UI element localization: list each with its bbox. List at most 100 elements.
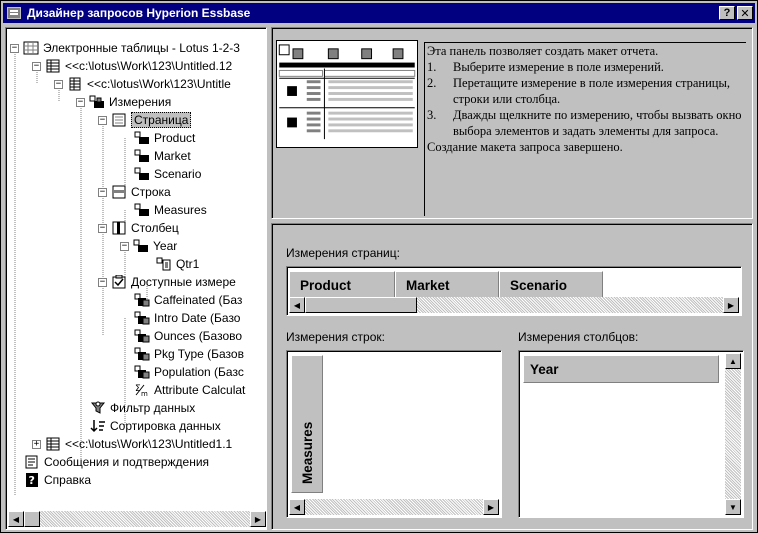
row-dimensions-box[interactable]: Measures ◀ ▶ — [286, 350, 502, 518]
dimension-icon — [134, 167, 150, 181]
tree-node-dimensions[interactable]: − Измерения — [76, 93, 171, 111]
tree-node-label: Доступные измере — [131, 275, 236, 289]
collapse-icon[interactable]: − — [98, 223, 107, 233]
tree-node-measures[interactable]: Measures — [134, 201, 207, 219]
tree-node-label: Измерения — [109, 95, 172, 109]
row-horizontal-scrollbar[interactable]: ◀ ▶ — [289, 499, 499, 515]
tree-node-label: Электронные таблицы - Lotus 1-2-3 — [43, 41, 240, 55]
page-dimensions-label: Измерения страниц: — [286, 246, 400, 260]
dimensions-icon — [89, 95, 105, 109]
collapse-icon[interactable]: − — [32, 61, 41, 71]
scroll-down-icon[interactable]: ▼ — [725, 499, 741, 515]
column-vertical-scrollbar[interactable]: ▲ ▼ — [725, 353, 741, 515]
scroll-left-icon[interactable]: ◀ — [289, 499, 305, 515]
tree-node-attribute-calculations[interactable]: Σm Attribute Calculat — [134, 381, 245, 399]
tree-node-scenario[interactable]: Scenario — [134, 165, 201, 183]
tree-node-data-sort[interactable]: Сортировка данных — [90, 417, 221, 435]
tree-node-label: Столбец — [131, 221, 179, 235]
tree-node-population[interactable]: Population (Базс — [134, 363, 244, 381]
tree-node-label: Population (Базс — [154, 365, 244, 379]
tree-node-label: Attribute Calculat — [154, 383, 246, 397]
tree-node-label: Caffeinated (Баз — [154, 293, 243, 307]
tree-node-spreadsheets[interactable]: − Электронные таблицы - Lotus 1-2-3 — [10, 39, 240, 57]
tree-node-workbook[interactable]: − <<c:\lotus\Work\123\Untitled.12 — [32, 57, 232, 75]
tree-node-caffeinated[interactable]: Caffeinated (Баз — [134, 291, 242, 309]
tree-node-ounces[interactable]: Ounces (Базово — [134, 327, 242, 345]
tree-node-row[interactable]: − Строка — [98, 183, 171, 201]
attribute-dimension-icon — [134, 347, 150, 361]
column-dimension-year[interactable]: Year — [523, 355, 719, 383]
column-dimensions-box[interactable]: Year ▲ ▼ — [518, 350, 744, 518]
step-text: Дважды щелкните по измерению, чтобы вызв… — [453, 108, 742, 138]
window-title: Дизайнер запросов Hyperion Essbase — [27, 6, 251, 20]
row-dimension-measures[interactable]: Measures — [291, 355, 323, 493]
attribute-dimension-icon — [134, 293, 150, 307]
tree-node-label: Measures — [154, 203, 207, 217]
tree-node-help[interactable]: ? Справка — [24, 471, 91, 489]
title-bar[interactable]: Дизайнер запросов Hyperion Essbase ? ✕ — [3, 3, 755, 23]
scroll-right-icon[interactable]: ▶ — [250, 511, 266, 527]
tree-node-market[interactable]: Market — [134, 147, 191, 165]
help-step: 3. Дважды щелкните по измерению, чтобы в… — [427, 107, 746, 139]
page-dimension-market[interactable]: Market — [395, 271, 499, 299]
tree-node-label: <<c:\lotus\Work\123\Untitled.12 — [65, 59, 233, 73]
scroll-up-icon[interactable]: ▲ — [725, 353, 741, 369]
tree-node-label: Страница — [131, 112, 192, 128]
scroll-left-icon[interactable]: ◀ — [289, 297, 305, 313]
help-panel: Эта панель позволяет создать макет отчет… — [271, 27, 753, 219]
dimension-icon — [134, 149, 150, 163]
scroll-track[interactable] — [725, 369, 741, 499]
tree-node-sheet[interactable]: − <<c:\lotus\Work\123\Untitle — [54, 75, 231, 93]
step-number: 3. — [427, 108, 437, 122]
page-dimensions-box[interactable]: Product Market Scenario ◀ ▶ — [286, 266, 742, 316]
row-icon — [111, 185, 127, 199]
dimension-icon — [134, 131, 150, 145]
close-button[interactable]: ✕ — [737, 6, 753, 20]
tree-node-available-dimensions[interactable]: − Доступные измере — [98, 273, 236, 291]
column-icon — [111, 221, 127, 235]
tree-node-label: Product — [154, 131, 196, 145]
query-designer-window: Дизайнер запросов Hyperion Essbase ? ✕ −… — [0, 0, 758, 533]
tree-node-data-filter[interactable]: Фильтр данных — [90, 399, 195, 417]
scroll-right-icon[interactable]: ▶ — [723, 297, 739, 313]
collapse-icon[interactable]: − — [54, 79, 63, 89]
tree-node-messages[interactable]: Сообщения и подтверждения — [24, 453, 209, 471]
scroll-left-icon[interactable]: ◀ — [8, 511, 24, 527]
tree-node-page[interactable]: − Страница — [98, 111, 192, 129]
scroll-right-icon[interactable]: ▶ — [483, 499, 499, 515]
expand-icon[interactable]: + — [32, 439, 41, 449]
layout-panel: Измерения страниц: Product Market Scenar… — [271, 223, 753, 530]
dimension-icon — [133, 239, 149, 253]
page-dimension-scenario[interactable]: Scenario — [499, 271, 603, 299]
collapse-icon[interactable]: − — [98, 277, 107, 287]
tree-horizontal-scrollbar[interactable]: ◀ ▶ — [8, 511, 266, 527]
tree-node-pkg-type[interactable]: Pkg Type (Базов — [134, 345, 244, 363]
tree-node-year[interactable]: − Year — [120, 237, 177, 255]
scroll-track[interactable] — [305, 499, 483, 515]
help-button[interactable]: ? — [719, 6, 735, 20]
navigation-tree: − Электронные таблицы - Lotus 1-2-3 − <<… — [5, 27, 267, 530]
attribute-dimension-icon — [134, 329, 150, 343]
collapse-icon[interactable]: − — [98, 115, 107, 125]
workbook-icon — [45, 437, 61, 451]
tree-node-column[interactable]: − Столбец — [98, 219, 179, 237]
sort-icon — [90, 419, 106, 433]
collapse-icon[interactable]: − — [120, 241, 129, 251]
collapse-icon[interactable]: − — [76, 97, 85, 107]
scroll-thumb[interactable] — [24, 511, 40, 527]
tree-node-product[interactable]: Product — [134, 129, 195, 147]
collapse-icon[interactable]: − — [98, 187, 107, 197]
tree-node-intro-date[interactable]: Intro Date (Базо — [134, 309, 240, 327]
tree-node-workbook-2[interactable]: + <<c:\lotus\Work\123\Untitled1.1 — [32, 435, 232, 453]
page-horizontal-scrollbar[interactable]: ◀ ▶ — [289, 297, 739, 313]
scroll-thumb[interactable] — [305, 297, 417, 313]
collapse-icon[interactable]: − — [10, 43, 19, 53]
page-dimension-product[interactable]: Product — [289, 271, 395, 299]
tree-node-qtr1[interactable]: Qtr1 — [156, 255, 199, 273]
tree-node-label: <<c:\lotus\Work\123\Untitle — [87, 77, 231, 91]
scroll-track[interactable] — [40, 511, 250, 527]
available-dimensions-icon — [111, 275, 127, 289]
tree-node-label: Справка — [44, 473, 92, 487]
scroll-track[interactable] — [417, 297, 723, 313]
tree-node-label: Фильтр данных — [110, 401, 196, 415]
